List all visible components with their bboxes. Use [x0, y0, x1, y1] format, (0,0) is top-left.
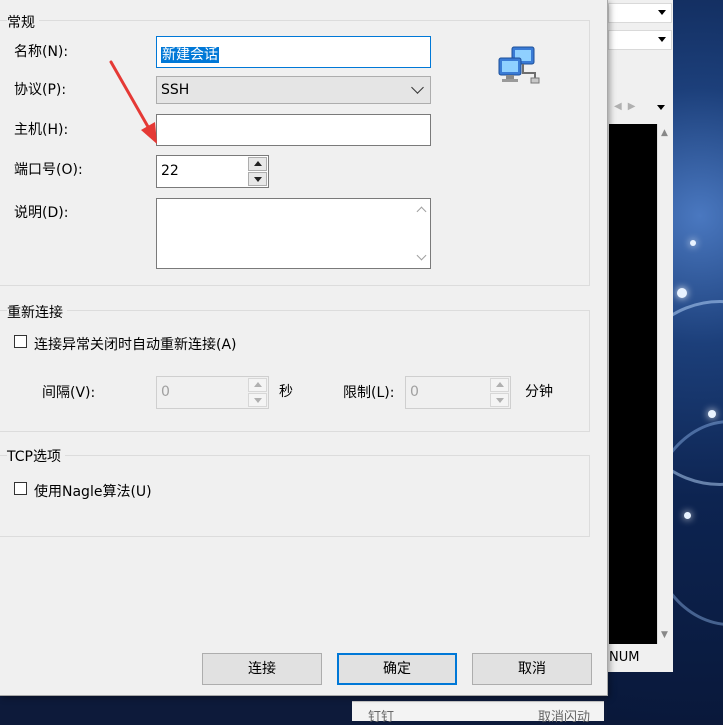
reconnect-group — [0, 310, 590, 432]
new-session-dialog: 常规 名称(N): 新建会话 协议(P): SSH 主机(H): 端口号(O):… — [0, 0, 608, 696]
ok-button[interactable]: 确定 — [337, 653, 457, 685]
reconnect-group-title: 重新连接 — [7, 302, 67, 322]
general-group-title: 常规 — [7, 12, 39, 32]
host-field[interactable] — [156, 114, 431, 146]
terminal-scrollbar[interactable]: ▲ ▼ — [657, 124, 673, 644]
tcp-group-title: TCP选项 — [7, 446, 65, 466]
limit-increment-button[interactable] — [490, 378, 509, 392]
interval-value: 0 — [161, 384, 170, 400]
stop-flashing-label[interactable]: 取消闪动 — [538, 706, 590, 725]
nagle-label[interactable]: 使用Nagle算法(U) — [34, 481, 152, 501]
protocol-select[interactable]: SSH — [156, 76, 431, 104]
interval-stepper[interactable]: 0 — [156, 376, 269, 409]
interval-label: 间隔(V): — [42, 385, 96, 401]
name-label: 名称(N): — [14, 44, 69, 60]
auto-reconnect-label[interactable]: 连接异常关闭时自动重新连接(A) — [34, 334, 237, 354]
tab-dropdown-icon[interactable] — [657, 105, 665, 110]
network-computers-icon — [498, 46, 540, 84]
port-value: 22 — [161, 163, 179, 179]
name-value: 新建会话 — [161, 47, 219, 63]
interval-unit: 秒 — [279, 384, 293, 400]
background-combo[interactable] — [608, 3, 672, 23]
nagle-checkbox[interactable] — [14, 482, 27, 495]
protocol-value: SSH — [161, 82, 190, 98]
port-stepper[interactable]: 22 — [156, 155, 269, 188]
host-label: 主机(H): — [14, 122, 69, 138]
port-label: 端口号(O): — [14, 162, 83, 178]
dingtalk-notification[interactable]: 钉钉 取消闪动 — [352, 701, 604, 725]
port-decrement-button[interactable] — [248, 172, 267, 186]
name-field[interactable]: 新建会话 — [156, 36, 431, 68]
limit-stepper[interactable]: 0 — [405, 376, 511, 409]
dingtalk-label: 钉钉 — [368, 710, 395, 725]
limit-label: 限制(L): — [343, 385, 395, 401]
port-increment-button[interactable] — [248, 157, 267, 171]
description-field[interactable] — [156, 198, 431, 269]
chevron-down-icon — [411, 81, 424, 94]
protocol-label: 协议(P): — [14, 82, 67, 98]
limit-value: 0 — [410, 384, 419, 400]
annotation-arrow-icon — [109, 60, 157, 144]
description-label: 说明(D): — [14, 205, 69, 221]
background-terminal-window: ◀▶ ▲ ▼ NUM — [607, 0, 673, 672]
tab-scroll-arrows[interactable]: ◀▶ — [614, 101, 641, 112]
terminal-area[interactable] — [609, 124, 657, 644]
connect-button[interactable]: 连接 — [202, 653, 322, 685]
interval-increment-button[interactable] — [248, 378, 267, 392]
background-combo-2[interactable] — [608, 30, 672, 50]
interval-decrement-button[interactable] — [248, 393, 267, 407]
limit-unit: 分钟 — [525, 384, 553, 400]
auto-reconnect-checkbox[interactable] — [14, 335, 27, 348]
status-num: NUM — [609, 650, 640, 665]
description-scrollbar[interactable] — [413, 199, 430, 268]
cancel-button[interactable]: 取消 — [472, 653, 592, 685]
limit-decrement-button[interactable] — [490, 393, 509, 407]
